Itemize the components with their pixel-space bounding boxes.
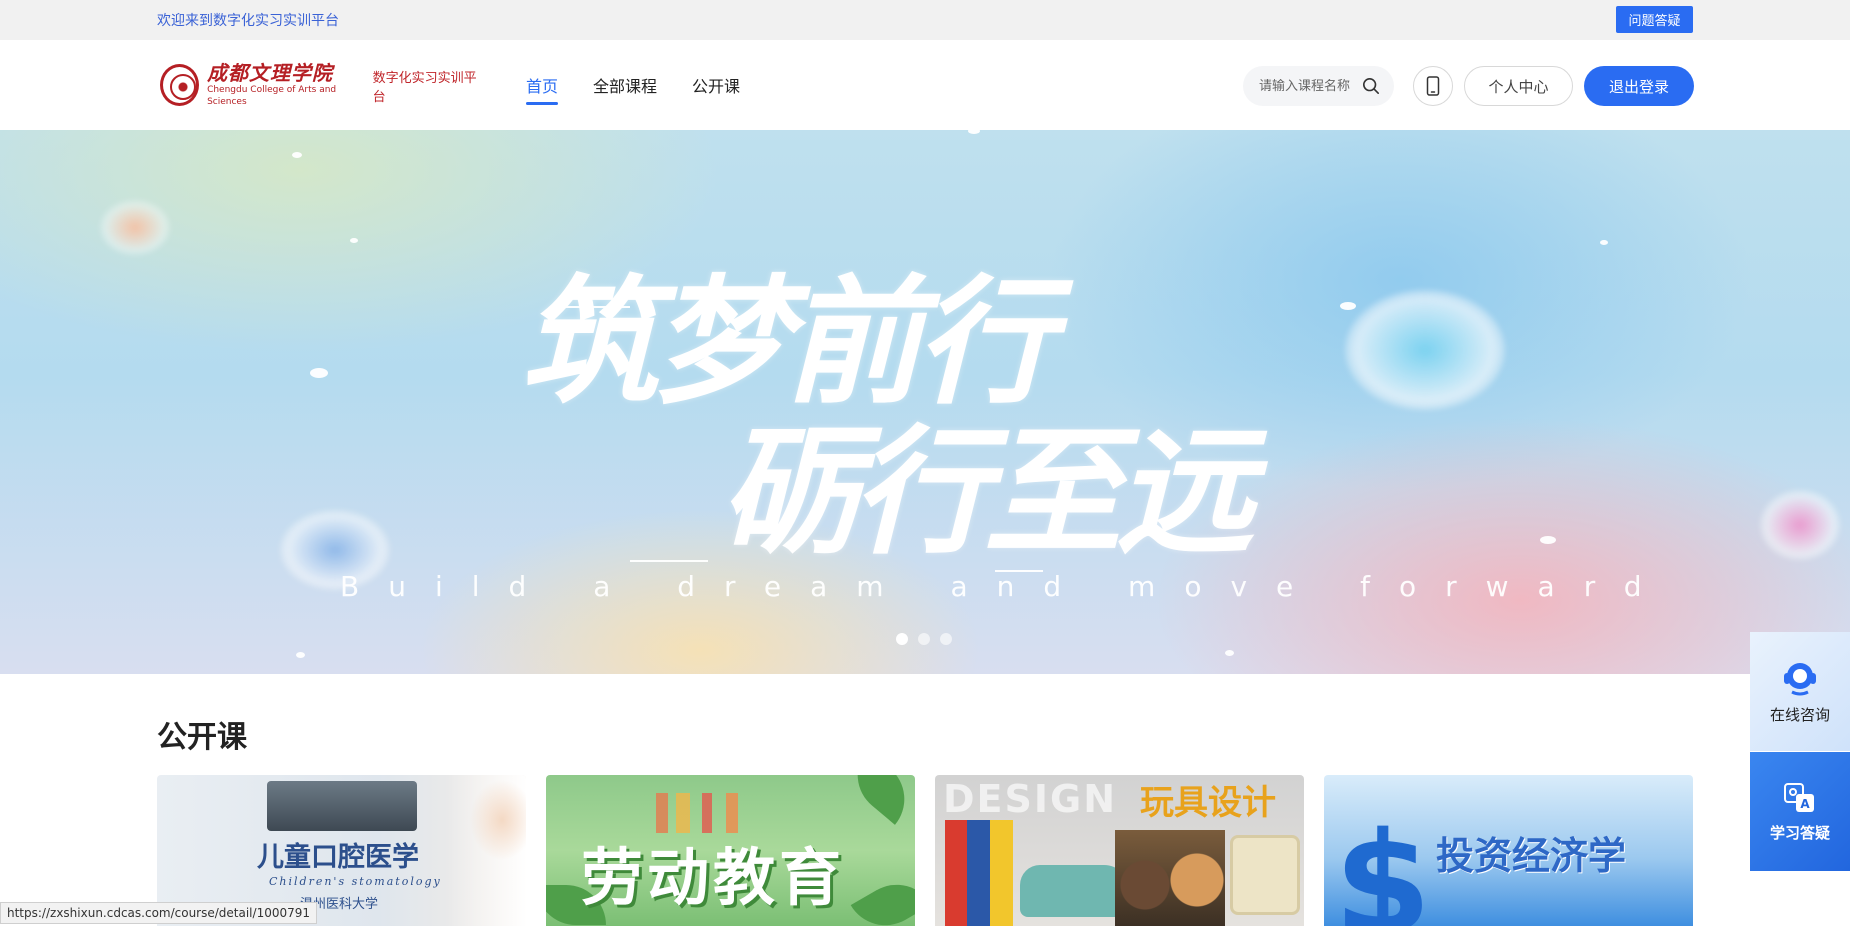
translate-qa-icon: A bbox=[1784, 783, 1814, 812]
logo-cn-name: 成都文理学院 bbox=[207, 61, 334, 85]
decorative-dot bbox=[296, 652, 305, 658]
decorative-dot bbox=[1600, 240, 1608, 245]
qa-button[interactable]: 问题答疑 bbox=[1616, 6, 1693, 33]
decorative-dot bbox=[350, 238, 358, 243]
dollar-sign-icon: $ bbox=[1334, 803, 1432, 926]
online-consult-label: 在线咨询 bbox=[1769, 706, 1830, 724]
search-box bbox=[1243, 66, 1394, 106]
course-title: 劳动教育 bbox=[581, 841, 846, 914]
logout-button[interactable]: 退出登录 bbox=[1584, 66, 1694, 106]
main-nav: 首页 全部课程 公开课 bbox=[526, 40, 775, 130]
design-watermark: DESIGN bbox=[943, 777, 1118, 821]
course-title: 投资经济学 bbox=[1436, 833, 1627, 878]
carousel-dot-1[interactable] bbox=[896, 633, 908, 645]
study-qa-label: 学习答疑 bbox=[1769, 824, 1830, 842]
search-icon[interactable] bbox=[1362, 77, 1380, 95]
course-title: 玩具设计 bbox=[1140, 783, 1276, 823]
mobile-phone-icon bbox=[1426, 76, 1440, 96]
carousel-dot-3[interactable] bbox=[940, 633, 952, 645]
course-card-list: 儿童口腔医学 Children's stomatology 温州医科大学 劳动教… bbox=[157, 775, 1694, 926]
college-seal-icon bbox=[160, 64, 200, 106]
decorative-dot bbox=[968, 130, 980, 134]
decorative-blob bbox=[100, 200, 170, 255]
slogan-english: Build a dream and move forward bbox=[340, 570, 1671, 603]
study-qa-button[interactable]: A 学习答疑 bbox=[1750, 752, 1850, 871]
toy-console-image bbox=[1230, 835, 1300, 915]
mobile-app-button[interactable] bbox=[1413, 66, 1453, 106]
floating-side-panel: 在线咨询 A 学习答疑 bbox=[1750, 632, 1850, 871]
headset-icon bbox=[1784, 663, 1816, 696]
nav-home[interactable]: 首页 bbox=[526, 40, 559, 130]
slogan-line2: 砺行至远 bbox=[720, 410, 1254, 573]
doctor-image bbox=[447, 775, 526, 926]
banner-slogan: 筑梦前行 砺行至远 bbox=[500, 190, 1360, 573]
hero-banner[interactable]: 筑梦前行 砺行至远 Build a dream and move forward bbox=[0, 130, 1850, 674]
welcome-text: 欢迎来到数字化实习实训平台 bbox=[157, 13, 339, 29]
decorative-dot bbox=[292, 152, 302, 158]
leaf-decoration bbox=[841, 775, 915, 825]
svg-text:A: A bbox=[1800, 797, 1810, 811]
carousel-dot-2[interactable] bbox=[918, 633, 930, 645]
course-card[interactable]: $ 投资经济学 bbox=[1324, 775, 1693, 926]
decorative-dot bbox=[310, 368, 328, 378]
status-url-bar: https://zxshixun.cdcas.com/course/detail… bbox=[0, 902, 318, 924]
search-input[interactable] bbox=[1259, 78, 1357, 94]
logo-platform-name: 数字化实习实训平台 bbox=[372, 71, 477, 105]
decorative-dot bbox=[1540, 536, 1556, 544]
online-consult-button[interactable]: 在线咨询 bbox=[1750, 632, 1850, 751]
college-logo[interactable]: 成都文理学院 Chengdu College of Arts and Scien… bbox=[160, 62, 480, 108]
slogan-dash bbox=[630, 560, 708, 562]
course-title: 儿童口腔医学 bbox=[257, 842, 419, 873]
xray-image bbox=[267, 781, 417, 831]
course-subtitle: Children's stomatology bbox=[269, 875, 442, 888]
decorative-dot bbox=[1225, 650, 1234, 656]
toy-car-image bbox=[1020, 865, 1130, 917]
course-card[interactable]: DESIGN 玩具设计 bbox=[935, 775, 1304, 926]
leaf-decoration bbox=[850, 870, 915, 926]
decorative-blob bbox=[1345, 290, 1505, 410]
logo-text: 成都文理学院 Chengdu College of Arts and Scien… bbox=[207, 62, 365, 108]
carousel-pagination bbox=[896, 633, 962, 645]
top-strip: 欢迎来到数字化实习实训平台 问题答疑 bbox=[0, 0, 1850, 40]
personal-center-button[interactable]: 个人中心 bbox=[1464, 66, 1573, 106]
nav-all-courses[interactable]: 全部课程 bbox=[593, 40, 657, 130]
logo-en-name: Chengdu College of Arts and Sciences bbox=[207, 85, 337, 107]
section-title: 公开课 bbox=[157, 720, 247, 755]
toy-bears-image bbox=[1115, 830, 1225, 926]
site-header: 成都文理学院 Chengdu College of Arts and Scien… bbox=[0, 40, 1850, 130]
course-card[interactable]: 劳动教育 bbox=[546, 775, 915, 926]
rubiks-cube-image bbox=[945, 820, 1013, 926]
decorative-blob bbox=[1760, 490, 1840, 560]
nav-open-courses[interactable]: 公开课 bbox=[692, 40, 740, 130]
